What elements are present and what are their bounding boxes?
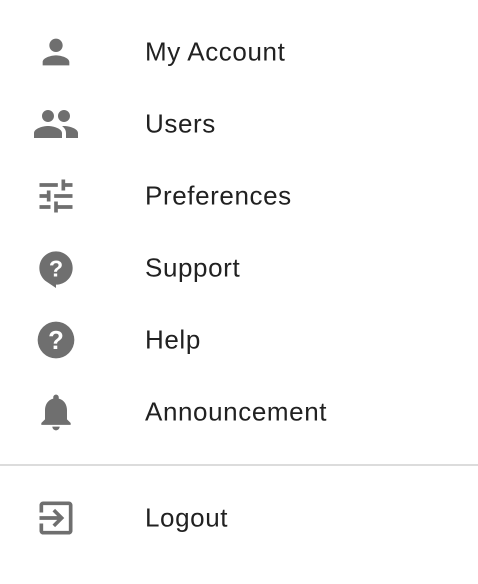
menu-item-my-account[interactable]: My Account: [0, 16, 478, 88]
menu-item-label: Support: [145, 252, 241, 283]
menu-item-support[interactable]: ? Support: [0, 232, 478, 304]
menu-item-label: Help: [145, 324, 201, 355]
logout-exit-icon: [32, 494, 80, 542]
support-question-bubble-icon: ?: [32, 244, 80, 292]
menu-item-help[interactable]: ? Help: [0, 304, 478, 376]
menu-item-logout[interactable]: Logout: [0, 482, 478, 554]
menu-item-label: My Account: [145, 36, 286, 67]
people-icon: [32, 100, 80, 148]
svg-text:?: ?: [48, 327, 64, 355]
menu-item-label: Announcement: [145, 396, 328, 427]
tune-icon: [32, 172, 80, 220]
bell-icon: [32, 388, 80, 436]
person-icon: [32, 28, 80, 76]
menu-item-label: Users: [145, 108, 216, 139]
help-circle-icon: ?: [32, 316, 80, 364]
menu-divider: [0, 464, 478, 466]
menu-item-label: Preferences: [145, 180, 292, 211]
menu-item-users[interactable]: Users: [0, 88, 478, 160]
svg-text:?: ?: [49, 255, 63, 281]
menu-item-preferences[interactable]: Preferences: [0, 160, 478, 232]
menu-item-label: Logout: [145, 502, 229, 533]
menu-item-announcement[interactable]: Announcement: [0, 376, 478, 448]
account-menu: My Account Users Preferences ? Support ?…: [0, 0, 478, 584]
